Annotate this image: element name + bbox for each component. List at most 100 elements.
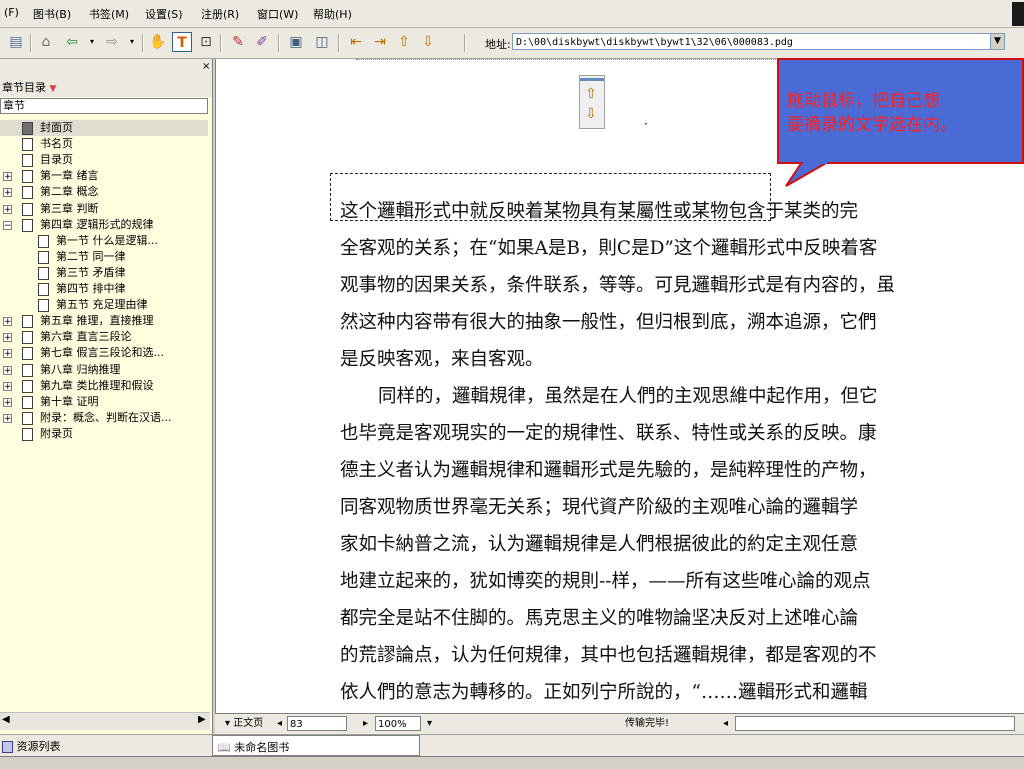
tree-item[interactable]: + 第六章 直言三段论 bbox=[0, 329, 208, 345]
sidebar: × 章节目录 ▼ 章节 封面页 书名页 目录页 + 第一章 绪言 + 第二章 概念 + 第三章 … bbox=[0, 59, 213, 734]
collapse-icon[interactable]: − bbox=[3, 221, 12, 231]
page-icon bbox=[22, 380, 33, 393]
sidebar-title[interactable]: 章节目录 ▼ bbox=[2, 79, 56, 95]
sidebar-close-icon[interactable]: × bbox=[202, 61, 210, 72]
menu-bar: (F) 图书(B) 书签(M) 设置(S) 注册(R) 窗口(W) 帮助(H) bbox=[0, 0, 1024, 28]
tree-item-label: 第五节 充足理由律 bbox=[56, 298, 148, 311]
expand-icon[interactable]: + bbox=[3, 172, 12, 182]
annotate-icon[interactable]: ✎ bbox=[228, 32, 248, 52]
book-tab[interactable]: 📖 未命名图书 bbox=[212, 735, 420, 756]
tree-item[interactable]: + 第五章 推理，直接推理 bbox=[0, 313, 208, 329]
tree-item-label: 第一章 绪言 bbox=[40, 169, 99, 182]
address-input[interactable]: D:\00\diskbywt\diskbywt\bywt1\32\06\0000… bbox=[512, 33, 992, 50]
tree-item[interactable]: + 附录：概念、判断在汉语... bbox=[0, 410, 208, 426]
scroll-left-icon[interactable]: ◀ bbox=[2, 714, 10, 725]
tree-item[interactable]: + 第三章 判断 bbox=[0, 201, 208, 217]
tree-item-label: 第八章 归纳推理 bbox=[40, 363, 121, 376]
tree-item[interactable]: + 第十章 证明 bbox=[0, 394, 208, 410]
page-icon bbox=[22, 396, 33, 409]
prev-page-button[interactable]: ◂ bbox=[277, 716, 282, 731]
page-icon bbox=[38, 267, 49, 280]
tree-item[interactable]: 封面页 bbox=[0, 120, 208, 136]
expand-icon[interactable]: + bbox=[3, 317, 12, 327]
tree-item-label: 第一节 什么是逻辑... bbox=[56, 234, 158, 247]
eraser-icon[interactable]: ✐ bbox=[252, 32, 272, 52]
tree-item[interactable]: 第四节 排中律 bbox=[0, 281, 208, 297]
scroll-right-icon[interactable]: ▶ bbox=[198, 714, 206, 725]
page-icon bbox=[22, 428, 33, 441]
expand-icon[interactable]: + bbox=[3, 333, 12, 343]
tree-item[interactable]: − 第四章 逻辑形式的规律 bbox=[0, 217, 208, 233]
toolbar: ▤ ⌂ ⇦ ▾ ⇨ ▾ ✋ T ⊡ ✎ ✐ ▣ ◫ ⇤ ⇥ ⇧ ⇩ 地址: D:… bbox=[0, 28, 1024, 59]
expand-icon[interactable]: + bbox=[3, 398, 12, 408]
fit-page-icon[interactable]: ▣ bbox=[286, 32, 306, 52]
expand-icon[interactable]: + bbox=[3, 188, 12, 198]
home-icon[interactable]: ⌂ bbox=[36, 32, 56, 52]
last-page-icon[interactable]: ⇥ bbox=[370, 32, 390, 52]
zoom-select[interactable]: 100% bbox=[375, 716, 421, 731]
page-up-icon[interactable]: ⇧ bbox=[583, 86, 599, 102]
view-mode-select[interactable]: ▾ 正文页 bbox=[225, 716, 263, 731]
page-icon bbox=[38, 283, 49, 296]
text-line: 是反映客观，来自客观。 bbox=[340, 349, 544, 370]
expand-icon[interactable]: + bbox=[3, 382, 12, 392]
menu-settings[interactable]: 设置(S) bbox=[145, 6, 183, 22]
menu-file[interactable]: (F) bbox=[4, 6, 19, 19]
page-icon bbox=[22, 154, 33, 167]
expand-icon[interactable]: + bbox=[3, 414, 12, 424]
prev-page-icon[interactable]: ⇧ bbox=[394, 32, 414, 52]
menu-bookmark[interactable]: 书签(M) bbox=[89, 6, 129, 22]
menu-book[interactable]: 图书(B) bbox=[33, 6, 71, 22]
tree-item-label: 第四章 逻辑形式的规律 bbox=[40, 218, 154, 231]
tree-item[interactable]: 书名页 bbox=[0, 136, 208, 152]
address-dropdown-icon[interactable]: ▼ bbox=[990, 33, 1005, 50]
page-icon bbox=[38, 251, 49, 264]
sidebar-toggle-icon[interactable]: ▤ bbox=[6, 32, 26, 52]
page-nav-widget[interactable]: ⇧ ⇩ bbox=[579, 75, 605, 129]
page-icon bbox=[38, 235, 49, 248]
tree-item-label: 第二章 概念 bbox=[40, 185, 99, 198]
back-icon[interactable]: ⇦ bbox=[62, 32, 82, 52]
hand-tool-icon[interactable]: ✋ bbox=[148, 32, 168, 52]
sidebar-scrollbar[interactable]: ◀ ▶ bbox=[0, 712, 210, 730]
page-down-icon[interactable]: ⇩ bbox=[583, 106, 599, 122]
tree-item-label: 封面页 bbox=[40, 121, 73, 134]
menu-help[interactable]: 帮助(H) bbox=[313, 6, 352, 22]
tree-item[interactable]: + 第八章 归纳推理 bbox=[0, 362, 208, 378]
tree-item[interactable]: 第三节 矛盾律 bbox=[0, 265, 208, 281]
text-line: 家如卡納普之流，认为邏輯規律是人們根据彼此的約定主观任意 bbox=[340, 534, 859, 555]
forward-dropdown-icon[interactable]: ▾ bbox=[122, 32, 142, 52]
tree-item[interactable]: + 第二章 概念 bbox=[0, 184, 208, 200]
tree-item[interactable]: 附录页 bbox=[0, 426, 208, 442]
region-select-icon[interactable]: ⊡ bbox=[196, 32, 216, 52]
tree-item[interactable]: 第一节 什么是逻辑... bbox=[0, 233, 208, 249]
text-line: 的荒謬論点，认为任何規律，其中也包括邏輯規律，都是客观的不 bbox=[340, 645, 877, 666]
text-line: 同样的，邏輯規律，虽然是在人們的主观思維中起作用，但它 bbox=[378, 386, 878, 407]
text-select-icon[interactable]: T bbox=[172, 32, 192, 52]
forward-icon[interactable]: ⇨ bbox=[102, 32, 122, 52]
first-page-icon[interactable]: ⇤ bbox=[346, 32, 366, 52]
expand-icon[interactable]: + bbox=[3, 366, 12, 376]
next-page-button[interactable]: ▸ bbox=[363, 716, 368, 731]
tree-item[interactable]: 目录页 bbox=[0, 152, 208, 168]
tree-item[interactable]: + 第九章 类比推理和假设 bbox=[0, 378, 208, 394]
fit-width-icon[interactable]: ◫ bbox=[312, 32, 332, 52]
expand-icon[interactable]: + bbox=[3, 205, 12, 215]
tree-item[interactable]: + 第一章 绪言 bbox=[0, 168, 208, 184]
tree-item[interactable]: 第二节 同一律 bbox=[0, 249, 208, 265]
tree-item[interactable]: + 第七章 假言三段论和选... bbox=[0, 345, 208, 361]
next-page-icon[interactable]: ⇩ bbox=[418, 32, 438, 52]
text-line: 依人們的意志为轉移的。正如列宁所說的，“……邏輯形式和邏輯 bbox=[340, 682, 868, 703]
page-number-input[interactable]: 83 bbox=[287, 716, 347, 731]
page-top-artifact bbox=[356, 59, 826, 63]
dropdown-arrow-icon: ▼ bbox=[49, 84, 57, 94]
menu-register[interactable]: 注册(R) bbox=[201, 6, 239, 22]
back-dropdown-icon[interactable]: ▾ bbox=[82, 32, 102, 52]
text-line: 同客观物质世界毫无关系；現代資产阶級的主观唯心論的邏輯学 bbox=[340, 497, 859, 518]
tree-item[interactable]: 第五节 充足理由律 bbox=[0, 297, 208, 313]
resource-list-tab[interactable]: 资源列表 bbox=[2, 738, 61, 754]
zoom-dropdown-icon[interactable]: ▾ bbox=[427, 716, 432, 731]
expand-icon[interactable]: + bbox=[3, 349, 12, 359]
tree-item-label: 附录：概念、判断在汉语... bbox=[40, 411, 172, 424]
menu-window[interactable]: 窗口(W) bbox=[257, 6, 298, 22]
